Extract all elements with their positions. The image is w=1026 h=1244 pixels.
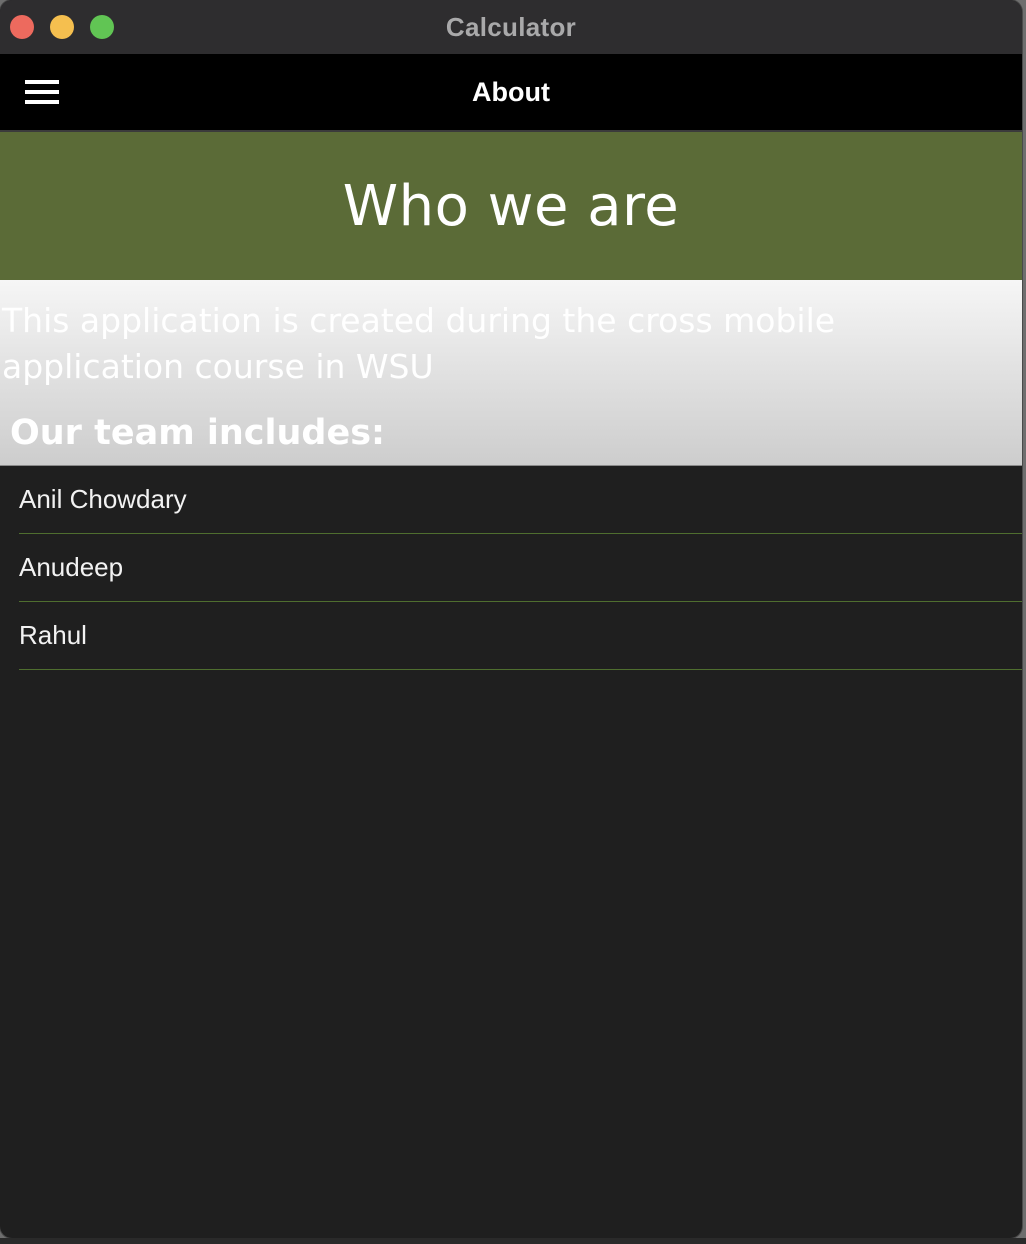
team-heading: Our team includes: — [10, 413, 386, 453]
desktop-background-strip — [0, 1238, 1026, 1244]
app-window: Calculator About Who we are This applica… — [0, 0, 1022, 1238]
menu-button[interactable] — [22, 74, 62, 110]
team-list: Anil Chowdary Anudeep Rahul — [0, 466, 1022, 670]
hero-title: Who we are — [342, 173, 680, 239]
intro-text: This application is created during the c… — [2, 301, 836, 386]
page-title: About — [472, 76, 550, 107]
window-minimize-button[interactable] — [50, 15, 74, 39]
team-member-item[interactable]: Anudeep — [19, 534, 1022, 602]
window-title: Calculator — [445, 11, 577, 42]
window-maximize-button[interactable] — [90, 15, 114, 39]
team-member-name: Rahul — [19, 620, 87, 650]
hamburger-menu-icon — [25, 80, 59, 104]
team-member-name: Anudeep — [19, 552, 124, 582]
window-close-button[interactable] — [10, 15, 34, 39]
intro-section: This application is created during the c… — [0, 280, 1022, 466]
app-bar: About — [0, 54, 1022, 132]
team-member-item[interactable]: Anil Chowdary — [19, 466, 1022, 534]
window-titlebar[interactable]: Calculator — [0, 0, 1022, 54]
team-member-item[interactable]: Rahul — [19, 602, 1022, 670]
team-member-name: Anil Chowdary — [19, 484, 187, 514]
hero-banner: Who we are — [0, 132, 1022, 280]
